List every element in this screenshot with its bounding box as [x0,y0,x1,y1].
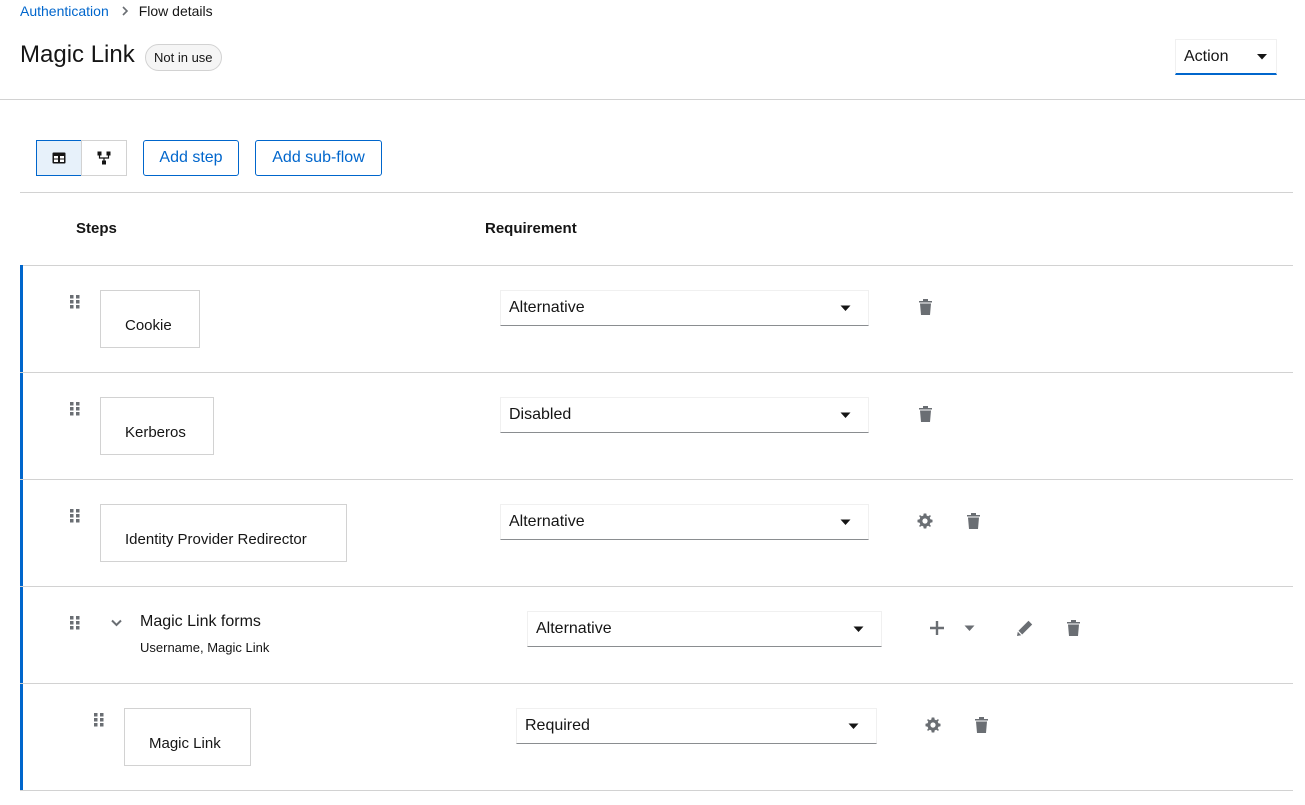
header-divider [0,99,1305,100]
action-dropdown[interactable]: Action [1175,39,1277,75]
requirement-select-value: Disabled [509,406,572,423]
action-dropdown-label: Action [1184,47,1229,65]
drag-handle-icon[interactable] [70,616,80,630]
toolbar-divider [20,192,1293,193]
requirement-select-value: Alternative [509,513,585,530]
trash-icon[interactable] [972,716,990,734]
plus-icon[interactable] [928,619,946,637]
requirement-select[interactable]: Disabled [500,397,869,433]
trash-icon[interactable] [916,298,934,316]
gear-icon[interactable] [924,716,942,734]
trash-icon[interactable] [1064,619,1082,637]
requirement-select-value: Alternative [536,620,612,637]
caret-down-icon [840,412,851,418]
requirement-select[interactable]: Alternative [527,611,882,647]
breadcrumb-link-authentication[interactable]: Authentication [20,3,109,19]
caret-down-icon[interactable] [961,619,977,637]
requirement-select-value: Required [525,717,590,734]
diagram-view-button[interactable] [81,140,127,176]
step-card-kerberos: Kerberos [100,397,214,455]
column-header-steps: Steps [76,220,117,237]
caret-down-icon [1257,53,1267,59]
requirement-select-value: Alternative [509,299,585,316]
breadcrumb-current: Flow details [138,3,213,19]
requirement-select[interactable]: Alternative [500,290,869,326]
view-toggle-group [36,140,127,176]
add-step-button[interactable]: Add step [143,140,239,176]
table-row: Kerberos Disabled [20,373,1293,480]
subflow-description: Username, Magic Link [140,640,270,655]
gear-icon[interactable] [916,512,934,530]
caret-down-icon [840,519,851,525]
status-badge: Not in use [145,44,222,71]
step-card-magic-link: Magic Link [124,708,251,766]
requirement-select[interactable]: Alternative [500,504,869,540]
table-view-button[interactable] [36,140,82,176]
step-card-identity-provider-redirector: Identity Provider Redirector [100,504,347,562]
requirement-select[interactable]: Required [516,708,877,744]
drag-handle-icon[interactable] [70,402,80,416]
step-card-cookie: Cookie [100,290,200,348]
table-row-nested: Magic Link Required [20,684,1293,791]
trash-icon[interactable] [964,512,982,530]
subflow-title: Magic Link forms [140,613,261,630]
drag-handle-icon[interactable] [70,295,80,309]
add-subflow-button[interactable]: Add sub-flow [255,140,382,176]
pencil-icon[interactable] [1016,619,1034,637]
diagram-view-icon [97,151,111,165]
column-header-requirement: Requirement [485,220,577,237]
chevron-down-icon[interactable] [111,619,122,627]
caret-down-icon [840,305,851,311]
table-view-icon [52,152,66,164]
drag-handle-icon[interactable] [94,713,104,727]
page-title: Magic Link [20,41,135,68]
drag-handle-icon[interactable] [70,509,80,523]
trash-icon[interactable] [916,405,934,423]
table-row-subflow: Magic Link forms Username, Magic Link Al… [20,587,1293,684]
chevron-right-icon [121,6,129,16]
caret-down-icon [853,626,864,632]
table-row: Cookie Alternative [20,265,1293,373]
table-row: Identity Provider Redirector Alternative [20,480,1293,587]
caret-down-icon [848,723,859,729]
breadcrumb: Authentication Flow details [20,3,213,19]
